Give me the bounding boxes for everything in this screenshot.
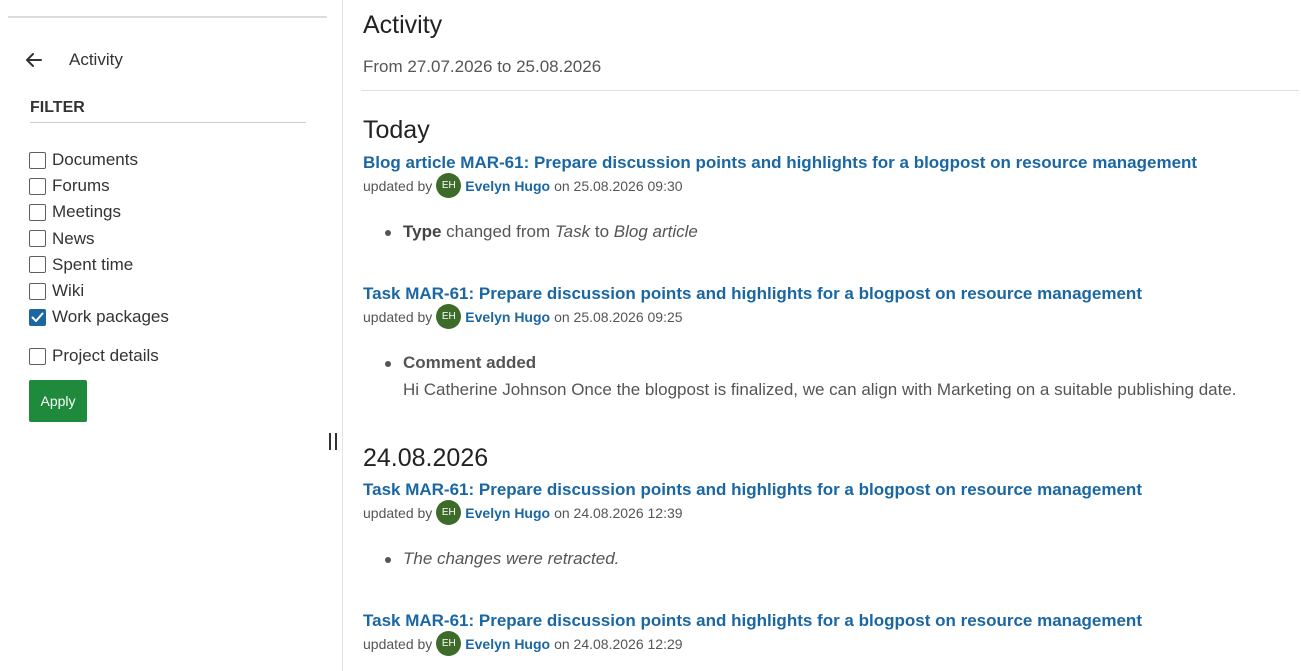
checkbox-news[interactable]: [29, 230, 46, 248]
author-link[interactable]: Evelyn Hugo: [465, 505, 550, 521]
old-value: Task: [554, 222, 591, 241]
activity-entry-meta: updated by EH Evelyn Hugo on 25.08.2026 …: [363, 173, 683, 198]
author-link[interactable]: Evelyn Hugo: [465, 636, 550, 652]
filter-label[interactable]: Forums: [52, 176, 110, 196]
updated-by-label: updated by: [363, 308, 433, 325]
header-divider: [361, 90, 1299, 91]
bullet: [385, 361, 391, 367]
bullet: [385, 230, 391, 236]
sidebar-header: Activity: [24, 44, 123, 76]
activity-entry-title[interactable]: Task MAR-61: Prepare discussion points a…: [363, 480, 1142, 500]
avatar[interactable]: EH: [436, 500, 462, 525]
filter-label[interactable]: Meetings: [52, 202, 121, 222]
drag-handle-icon[interactable]: [329, 433, 337, 450]
timestamp: on 24.08.2026 12:39: [554, 504, 683, 521]
day-heading-date: 24.08.2026: [363, 444, 489, 472]
filter-item-forums[interactable]: Forums: [29, 173, 169, 199]
updated-by-label: updated by: [363, 504, 433, 521]
filter-heading: FILTER: [30, 99, 306, 123]
change-detail: Comment added: [385, 353, 536, 373]
checkbox-meetings[interactable]: [29, 203, 46, 221]
activity-entry-meta: updated by EH Evelyn Hugo on 24.08.2026 …: [363, 500, 683, 525]
timestamp: on 25.08.2026 09:30: [554, 177, 683, 194]
filter-item-documents[interactable]: Documents: [29, 147, 169, 173]
retracted-note: The changes were retracted.: [403, 549, 620, 568]
sidebar: Activity FILTER Documents Forums Meeting…: [0, 0, 343, 671]
changed-from-label: changed from: [446, 222, 551, 241]
comment-text: Hi Catherine Johnson Once the blogpost i…: [403, 380, 1237, 399]
activity-entry-meta: updated by EH Evelyn Hugo on 24.08.2026 …: [363, 631, 683, 656]
checkbox-documents[interactable]: [29, 151, 46, 169]
avatar[interactable]: EH: [436, 304, 462, 329]
checkbox-wiki[interactable]: [29, 282, 46, 300]
filter-label[interactable]: Wiki: [52, 281, 84, 301]
date-range: From 27.07.2026 to 25.08.2026: [363, 57, 602, 76]
author-link[interactable]: Evelyn Hugo: [465, 309, 550, 325]
activity-entry-title[interactable]: Task MAR-61: Prepare discussion points a…: [363, 611, 1142, 631]
new-value: Blog article: [613, 222, 698, 241]
author-link[interactable]: Evelyn Hugo: [465, 178, 550, 194]
filter-label[interactable]: Spent time: [52, 255, 133, 275]
updated-by-label: updated by: [363, 177, 433, 194]
change-detail: The changes were retracted.: [385, 549, 619, 569]
activity-entry-title[interactable]: Blog article MAR-61: Prepare discussion …: [363, 153, 1197, 173]
sidebar-divider: [8, 16, 327, 18]
page-title: Activity: [363, 11, 443, 39]
checkbox-spent-time[interactable]: [29, 256, 46, 274]
filter-item-work-packages[interactable]: Work packages: [29, 304, 169, 330]
filter-label[interactable]: Work packages: [52, 307, 169, 327]
checkbox-project-details[interactable]: [29, 347, 46, 365]
bullet: [385, 557, 391, 563]
sidebar-title: Activity: [69, 50, 123, 69]
arrow-left-icon[interactable]: [24, 50, 44, 70]
filter-item-project-details[interactable]: Project details: [29, 343, 169, 369]
filter-item-wiki[interactable]: Wiki: [29, 278, 169, 304]
activity-entry-title[interactable]: Task MAR-61: Prepare discussion points a…: [363, 284, 1142, 304]
avatar[interactable]: EH: [436, 173, 462, 198]
checkmark-icon: [31, 312, 44, 322]
filter-item-spent-time[interactable]: Spent time: [29, 252, 169, 278]
day-heading-today: Today: [363, 116, 430, 144]
comment-added-label: Comment added: [403, 353, 537, 372]
filter-item-meetings[interactable]: Meetings: [29, 199, 169, 225]
filter-label[interactable]: Project details: [52, 346, 159, 366]
activity-main: Activity From 27.07.2026 to 25.08.2026 T…: [361, 0, 1301, 671]
checkbox-forums[interactable]: [29, 177, 46, 195]
timestamp: on 24.08.2026 12:29: [554, 635, 683, 652]
activity-entry-meta: updated by EH Evelyn Hugo on 25.08.2026 …: [363, 304, 683, 329]
timestamp: on 25.08.2026 09:25: [554, 308, 683, 325]
filter-label[interactable]: News: [52, 229, 95, 249]
changed-field: Type: [403, 222, 442, 241]
to-label: to: [594, 222, 610, 241]
filter-list: Documents Forums Meetings News Spent tim…: [29, 147, 169, 370]
avatar[interactable]: EH: [436, 631, 462, 656]
apply-button[interactable]: Apply: [29, 380, 87, 422]
checkbox-work-packages[interactable]: [29, 308, 46, 326]
updated-by-label: updated by: [363, 635, 433, 652]
filter-label[interactable]: Documents: [52, 150, 138, 170]
filter-item-news[interactable]: News: [29, 226, 169, 252]
change-detail: Type changed from Task to Blog article: [385, 222, 698, 242]
